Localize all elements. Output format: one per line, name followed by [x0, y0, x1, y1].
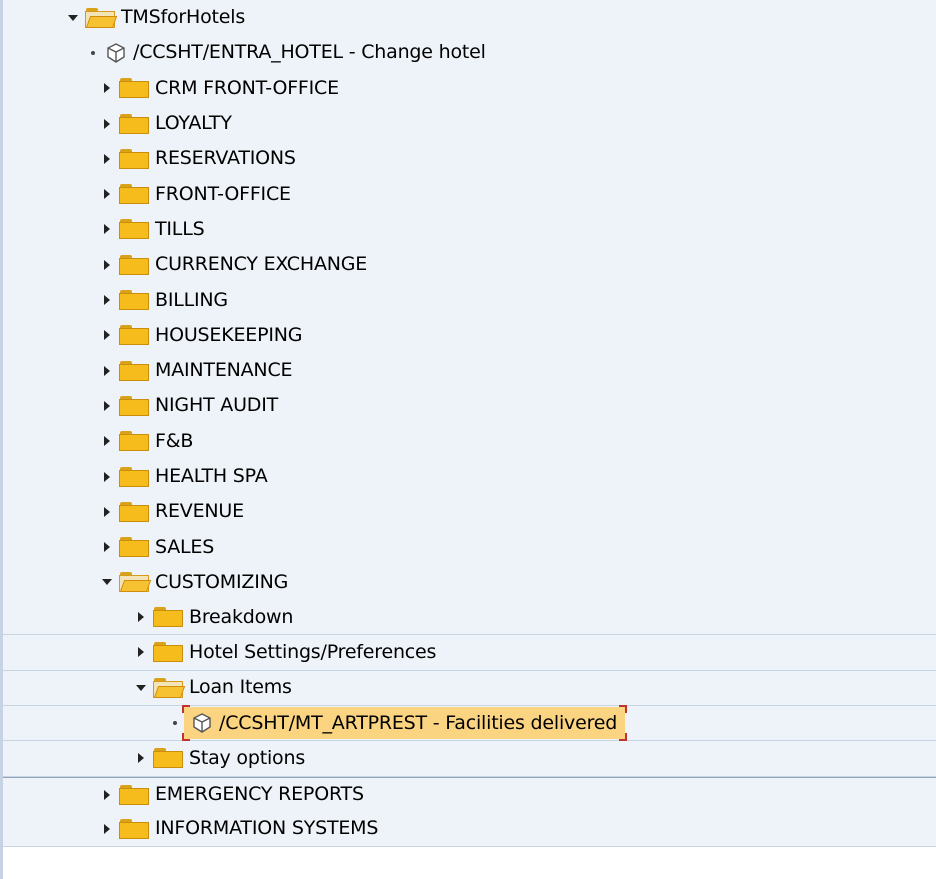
tree-node-label: HEALTH SPA — [155, 465, 268, 487]
tree-node-label: LOYALTY — [155, 112, 232, 135]
expand-triangle-icon[interactable] — [100, 470, 114, 484]
folder-icon — [119, 395, 149, 416]
expand-triangle-icon[interactable] — [100, 328, 114, 342]
expand-triangle-icon[interactable] — [100, 788, 114, 802]
tree-node-label: F&B — [155, 429, 194, 452]
tree-node-folder-expanded[interactable]: CUSTOMIZING — [3, 564, 936, 601]
folder-icon — [119, 360, 149, 381]
tree-node-label: EMERGENCY REPORTS — [155, 783, 364, 806]
bullet-icon — [168, 716, 182, 730]
tree-node-label: Breakdown — [189, 605, 294, 628]
menu-tree: TMSforHotels /CCSHT/ENTRA_HOTEL - Change… — [3, 0, 936, 848]
folder-icon — [119, 501, 149, 522]
tree-node-label: REVENUE — [155, 500, 244, 523]
tree-node-folder[interactable]: TILLS — [3, 211, 936, 248]
expand-triangle-icon[interactable] — [100, 822, 114, 836]
tree-node-label: Stay options — [189, 746, 306, 769]
tree-node-folder[interactable]: NIGHT AUDIT — [3, 388, 936, 424]
open-folder-icon — [119, 572, 152, 593]
folder-icon — [119, 431, 149, 452]
tree-node-folder[interactable]: REVENUE — [3, 494, 936, 530]
tree-node-label: Hotel Settings/Preferences — [189, 640, 437, 663]
selection-highlight[interactable]: /CCSHT/MT_ARTPREST - Facilities delivere… — [182, 705, 628, 742]
tree-node-folder[interactable]: HEALTH SPA — [3, 458, 936, 495]
tree-node-label: TILLS — [155, 217, 205, 240]
expand-triangle-icon[interactable] — [100, 222, 114, 236]
open-folder-icon — [153, 677, 186, 698]
folder-icon — [119, 325, 149, 346]
tree-node-folder-expanded[interactable]: Loan Items — [3, 670, 936, 706]
folder-icon — [153, 748, 183, 769]
collapse-triangle-icon[interactable] — [134, 681, 148, 695]
tree-node-folder[interactable]: MAINTENANCE — [3, 352, 936, 389]
tree-node-label: RESERVATIONS — [155, 147, 296, 170]
expand-triangle-icon[interactable] — [100, 364, 114, 378]
tree-node-transaction-selected[interactable]: /CCSHT/MT_ARTPREST - Facilities delivere… — [3, 705, 936, 742]
tree-node-label: FRONT-OFFICE — [155, 182, 291, 205]
folder-icon — [153, 607, 183, 628]
tree-node-folder[interactable]: CURRENCY EXCHANGE — [3, 247, 936, 283]
bullet-icon — [86, 46, 100, 60]
tree-node-label: TMSforHotels — [121, 6, 246, 29]
tree-node-folder[interactable]: BILLING — [3, 282, 936, 318]
expand-triangle-icon[interactable] — [100, 187, 114, 201]
folder-icon — [119, 113, 149, 134]
collapse-triangle-icon[interactable] — [66, 11, 80, 25]
tree-node-folder[interactable]: Breakdown — [3, 600, 936, 636]
tree-node-folder[interactable]: EMERGENCY REPORTS — [3, 776, 936, 812]
tree-node-folder[interactable]: FRONT-OFFICE — [3, 176, 936, 212]
transaction-icon — [193, 713, 211, 733]
expand-triangle-icon[interactable] — [100, 258, 114, 272]
tree-node-label: /CCSHT/MT_ARTPREST - Facilities delivere… — [219, 711, 618, 734]
expand-triangle-icon[interactable] — [134, 751, 148, 765]
expand-triangle-icon[interactable] — [134, 645, 148, 659]
tree-node-label: /CCSHT/ENTRA_HOTEL - Change hotel — [133, 41, 486, 64]
tree-node-label: NIGHT AUDIT — [155, 394, 279, 417]
folder-icon — [119, 537, 149, 558]
folder-icon — [119, 219, 149, 240]
tree-node-folder[interactable]: HOUSEKEEPING — [3, 317, 936, 353]
tree-node-label: Loan Items — [189, 676, 292, 699]
folder-icon — [119, 78, 149, 99]
collapse-triangle-icon[interactable] — [100, 575, 114, 589]
transaction-icon — [107, 43, 125, 63]
folder-icon — [119, 148, 149, 169]
tree-node-root[interactable]: TMSforHotels — [3, 0, 936, 36]
tree-node-label: CURRENCY EXCHANGE — [155, 253, 368, 276]
tree-node-label: CRM FRONT-OFFICE — [155, 76, 339, 99]
tree-node-folder[interactable]: Stay options — [3, 741, 936, 777]
tree-node-label: BILLING — [155, 288, 228, 311]
tree-node-label: MAINTENANCE — [155, 359, 293, 382]
tree-node-folder[interactable]: Hotel Settings/Preferences — [3, 635, 936, 671]
expand-triangle-icon[interactable] — [134, 610, 148, 624]
tree-node-label: SALES — [155, 535, 215, 558]
tree-node-folder[interactable]: CRM FRONT-OFFICE — [3, 70, 936, 106]
expand-triangle-icon[interactable] — [100, 293, 114, 307]
open-folder-icon — [85, 7, 118, 28]
tree-node-folder[interactable]: INFORMATION SYSTEMS — [3, 811, 936, 848]
tree-node-label: HOUSEKEEPING — [155, 323, 303, 346]
tree-node-folder[interactable]: SALES — [3, 529, 936, 565]
tree-node-label: CUSTOMIZING — [155, 570, 289, 593]
folder-icon — [153, 642, 183, 663]
folder-icon — [119, 818, 149, 839]
expand-triangle-icon[interactable] — [100, 81, 114, 95]
tree-node-transaction[interactable]: /CCSHT/ENTRA_HOTEL - Change hotel — [3, 35, 936, 71]
expand-triangle-icon[interactable] — [100, 152, 114, 166]
expand-triangle-icon[interactable] — [100, 399, 114, 413]
expand-triangle-icon[interactable] — [100, 505, 114, 519]
expand-triangle-icon[interactable] — [100, 117, 114, 131]
tree-node-folder[interactable]: F&B — [3, 423, 936, 459]
folder-icon — [119, 254, 149, 275]
expand-triangle-icon[interactable] — [100, 434, 114, 448]
expand-triangle-icon[interactable] — [100, 540, 114, 554]
tree-node-label: INFORMATION SYSTEMS — [155, 817, 379, 840]
folder-icon — [119, 184, 149, 205]
folder-icon — [119, 466, 149, 487]
folder-icon — [119, 290, 149, 311]
folder-icon — [119, 784, 149, 805]
tree-node-folder[interactable]: LOYALTY — [3, 105, 936, 142]
tree-node-folder[interactable]: RESERVATIONS — [3, 141, 936, 177]
